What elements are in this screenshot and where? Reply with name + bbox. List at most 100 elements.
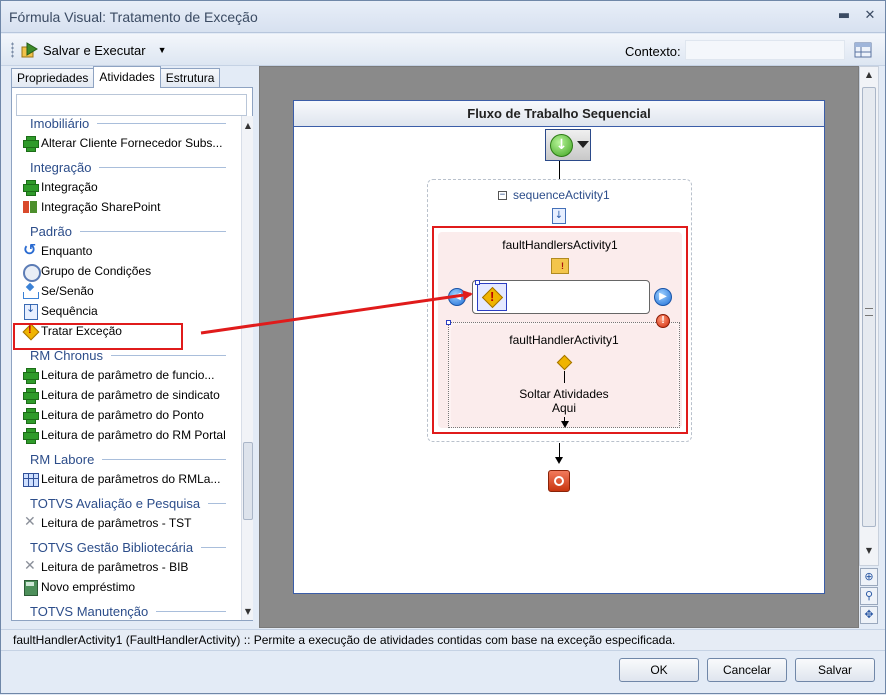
save-button[interactable]: Salvar <box>795 658 875 682</box>
scroll-down-icon[interactable]: ▼ <box>242 606 254 618</box>
workflow-end-icon <box>548 470 570 492</box>
designer-scrollbar[interactable]: ▲ ▼ <box>859 66 879 566</box>
fault-handlers-icon <box>551 258 569 274</box>
toolbox-item[interactable]: Leitura de parâmetro de funcio... <box>22 366 214 384</box>
toolbox-item[interactable]: Novo empréstimo <box>22 578 135 596</box>
workflow-start-button[interactable]: ↓ <box>545 129 591 161</box>
green-cross-icon <box>22 179 39 196</box>
chevron-down-icon[interactable] <box>577 141 589 148</box>
sequential-workflow[interactable]: Fluxo de Trabalho Sequencial ↓ − sequenc… <box>293 100 825 594</box>
toolbox-item[interactable]: Enquanto <box>22 240 93 260</box>
toolbox-item-label: Grupo de Condições <box>41 264 152 278</box>
tools-icon <box>22 514 38 531</box>
toolbox-item-label: Sequência <box>41 304 98 318</box>
designer-scroll-thumb[interactable] <box>862 87 876 527</box>
save-execute-label: Salvar e Executar <box>43 42 146 58</box>
green-cross-icon <box>22 367 39 384</box>
sequence-activity-title: sequenceActivity1 <box>513 188 610 202</box>
tab-estrutura[interactable]: Estrutura <box>159 68 221 88</box>
next-handler-icon[interactable]: ▶ <box>654 288 672 306</box>
tab-atividades[interactable]: Atividades <box>93 66 161 88</box>
book-icon <box>22 579 38 596</box>
toolbox-category-label: TOTVS Gestão Bibliotecária <box>30 539 194 555</box>
toolbox-category-label: RM Labore <box>30 451 95 467</box>
toolbox-category-label: Integração <box>30 159 92 175</box>
toolbox-category-label: TOTVS Manutenção <box>30 603 149 619</box>
contexto-field[interactable] <box>685 40 845 60</box>
fault-handler-title: faultHandlerActivity1 <box>509 333 619 347</box>
toolbox-item[interactable]: Sequência <box>22 302 98 320</box>
category-divider <box>79 230 226 232</box>
toolbox-item[interactable]: Integração <box>22 178 98 196</box>
toolbox-item[interactable]: Integração SharePoint <box>22 198 160 216</box>
designer-side-tools: ⊕ ⚲ ✥ <box>859 567 879 627</box>
toolbox-item[interactable]: Leitura de parâmetros - TST <box>22 514 192 532</box>
drop-activities-here[interactable]: Soltar Atividades Aqui <box>451 387 677 415</box>
toolbox-category[interactable]: Padrão <box>30 222 226 240</box>
find-icon[interactable]: ⚲ <box>860 587 878 605</box>
table-view-icon <box>854 42 872 58</box>
toolbox-item-label: Integração <box>41 180 98 194</box>
selection-handle[interactable] <box>475 280 480 285</box>
chevron-down-icon[interactable]: ▼ <box>158 45 167 55</box>
cancel-button[interactable]: Cancelar <box>707 658 787 682</box>
fault-handler-activity[interactable]: faultHandlerActivity1 Soltar Atividades … <box>446 320 680 428</box>
toolbox-category[interactable]: RM Labore <box>30 450 226 468</box>
toolbox-item[interactable]: Leitura de parâmetros - BIB <box>22 558 188 576</box>
toolbar: Salvar e Executar ▼ Contexto: <box>1 34 885 66</box>
toolbox-item[interactable]: Leitura de parâmetro de sindicato <box>22 386 220 404</box>
scroll-down-icon[interactable]: ▼ <box>863 545 875 557</box>
close-icon[interactable]: ✕ <box>861 7 879 25</box>
green-cross-icon <box>22 407 39 424</box>
workflow-title: Fluxo de Trabalho Sequencial <box>294 101 824 127</box>
scroll-up-icon[interactable]: ▲ <box>242 120 254 132</box>
toolbox-item-label: Enquanto <box>41 244 93 258</box>
toolbox-item[interactable]: Leitura de parâmetro do RM Portal <box>22 426 226 444</box>
fault-handler-strip[interactable]: ! <box>472 280 650 314</box>
arrow-down-icon <box>561 421 569 428</box>
collapse-icon[interactable]: − <box>498 190 507 200</box>
toolbar-grip-icon[interactable] <box>11 42 14 58</box>
sharepoint-icon <box>22 199 38 215</box>
toolbox-item-label: Integração SharePoint <box>41 200 161 214</box>
toolbox-scrollbar[interactable]: ▲ ▼ <box>241 116 253 620</box>
toolbox-category[interactable]: Integração <box>30 158 226 176</box>
fault-handlers-activity[interactable]: faultHandlersActivity1 ◀ ! ▶ faultHandle… <box>438 232 682 428</box>
ok-button[interactable]: OK <box>619 658 699 682</box>
toolbox-item[interactable]: Alterar Cliente Fornecedor Subs... <box>22 134 222 152</box>
save-execute-button[interactable]: Salvar e Executar ▼ <box>21 41 167 59</box>
pan-icon[interactable]: ✥ <box>860 606 878 624</box>
error-badge-icon[interactable]: ! <box>656 314 670 328</box>
arrow-down-icon <box>555 457 563 464</box>
tab-propriedades[interactable]: Propriedades <box>11 68 95 88</box>
toolbox-category[interactable]: TOTVS Avaliação e Pesquisa <box>30 494 226 512</box>
toolbox-item-label: Leitura de parâmetros - TST <box>41 516 192 530</box>
annotation-highlight-tratar-excecao <box>13 323 183 350</box>
toolbox-item-label: Se/Senão <box>41 284 94 298</box>
prev-handler-icon[interactable]: ◀ <box>448 288 466 306</box>
toolbox-category[interactable]: TOTVS Manutenção <box>30 602 226 620</box>
save-execute-icon <box>21 42 38 58</box>
toolbox-item[interactable]: Se/Senão <box>22 282 94 300</box>
toolbox-item[interactable]: Leitura de parâmetro do Ponto <box>22 406 204 424</box>
toolbox-item-label: Leitura de parâmetros do RMLa... <box>41 472 221 486</box>
title-bar: Fórmula Visual: Tratamento de Exceção ▬ … <box>1 1 885 33</box>
minimize-icon[interactable]: ▬ <box>835 7 853 25</box>
green-cross-icon <box>22 427 39 444</box>
toolbox-category[interactable]: TOTVS Gestão Bibliotecária <box>30 538 226 556</box>
sequence-icon: ↓ <box>552 208 566 224</box>
fault-handlers-highlight: faultHandlersActivity1 ◀ ! ▶ faultHandle… <box>432 226 688 434</box>
toolbox-item[interactable]: Grupo de Condições <box>22 262 152 282</box>
toolbox-scroll-thumb[interactable] <box>243 442 253 520</box>
scroll-up-icon[interactable]: ▲ <box>863 69 875 81</box>
toolbox-item[interactable]: Leitura de parâmetros do RMLa... <box>22 470 220 488</box>
toolbox-category[interactable]: Imobiliário <box>30 114 226 132</box>
toolbox-item-label: Leitura de parâmetro de sindicato <box>41 388 220 402</box>
selection-handle[interactable] <box>446 320 451 325</box>
contexto-button[interactable] <box>853 41 873 59</box>
category-divider <box>201 546 226 548</box>
category-divider <box>102 458 226 460</box>
toolbox-panel: Imobiliário Alterar Cliente Fornecedor Su… <box>11 87 253 621</box>
zoom-icon[interactable]: ⊕ <box>860 568 878 586</box>
selected-fault-handler[interactable]: ! <box>477 283 507 311</box>
